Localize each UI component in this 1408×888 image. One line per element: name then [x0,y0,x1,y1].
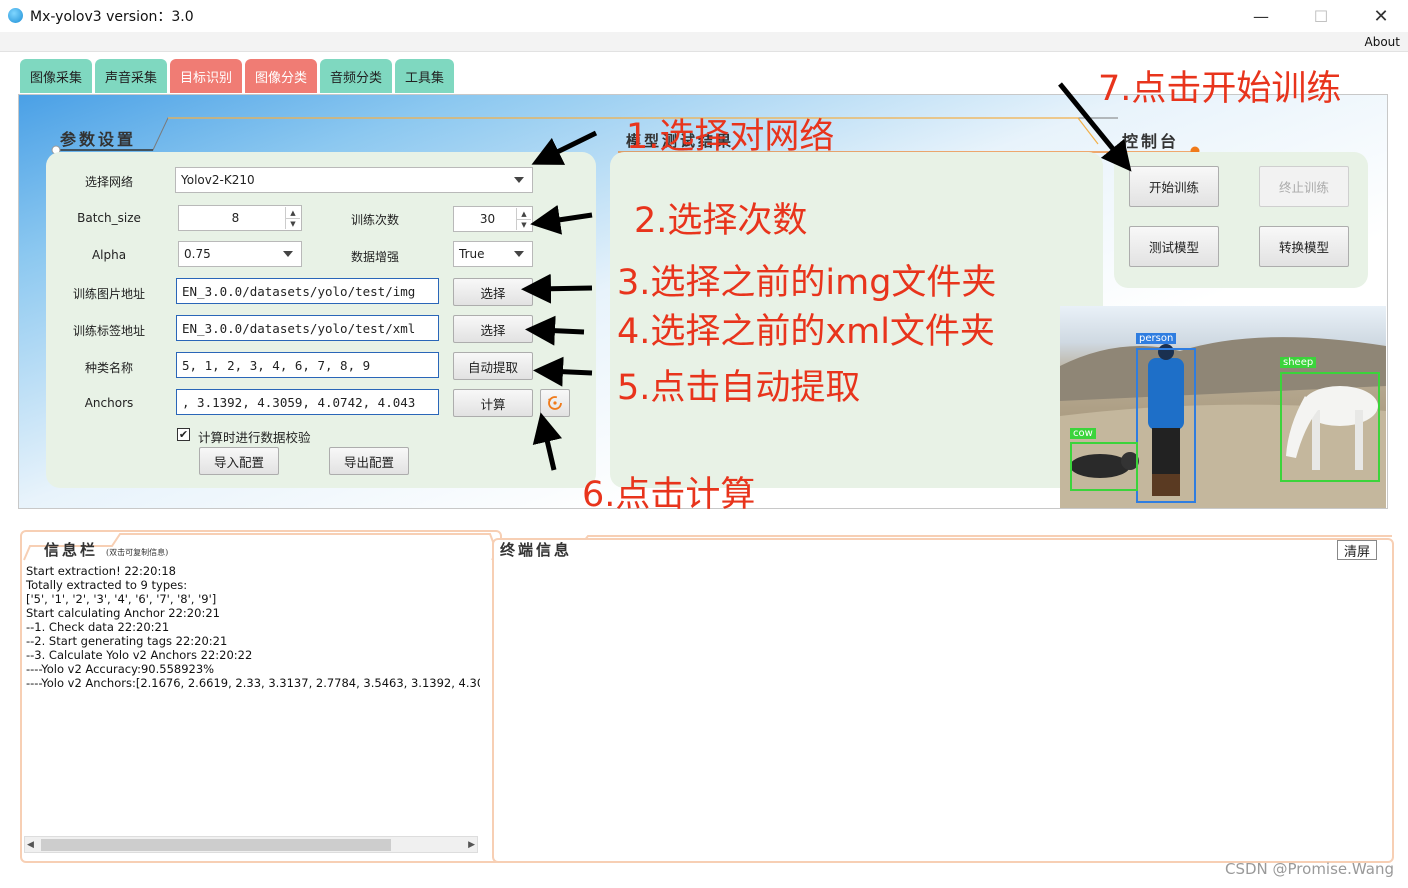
classes-label: 种类名称 [84,361,133,375]
test-model-button[interactable]: 测试模型 [1129,226,1219,267]
watermark: CSDN @Promise.Wang [1224,860,1394,878]
info-panel-subtitle: (双击可复制信息) [106,548,169,557]
scroll-right-icon[interactable]: ▶ [468,840,475,850]
xml-dir-input[interactable]: EN_3.0.0/datasets/yolo/test/xml [176,315,439,341]
terminal-output[interactable] [501,563,1389,855]
export-config-button[interactable]: 导出配置 [329,447,409,475]
params-section-title: 参数设置 [60,130,137,149]
convert-model-button[interactable]: 转换模型 [1259,226,1349,267]
detection-result-image: person sheep cow [1060,306,1386,508]
app-icon [8,8,23,23]
augment-label: 数据增强 [350,250,399,264]
classes-input[interactable]: 5, 1, 2, 3, 4, 6, 7, 8, 9 [176,352,439,378]
stop-training-button[interactable]: 终止训练 [1259,166,1349,207]
terminal-panel-title: 终端信息 [500,541,573,559]
close-button[interactable]: ✕ [1358,2,1404,30]
info-horizontal-scrollbar[interactable]: ◀ ▶ [24,836,478,853]
augment-select[interactable]: True [453,241,533,267]
log-line: ----Yolo v2 Accuracy:90.558923% [26,662,215,676]
tab-toolset[interactable]: 工具集 [395,59,454,93]
log-line: --1. Check data 22:20:21 [26,620,170,634]
anchors-input[interactable]: , 3.1392, 4.3059, 4.0742, 4.043 [176,389,439,415]
reset-anchors-button[interactable] [540,389,570,417]
tab-audio-classification[interactable]: 音频分类 [320,59,392,93]
alpha-select[interactable]: 0.75 [178,241,302,267]
scrollbar-thumb[interactable] [41,839,391,851]
menu-bar: About [0,32,1408,52]
alpha-label: Alpha [91,248,127,262]
start-training-button[interactable]: 开始训练 [1129,166,1219,207]
window-title: Mx-yolov3 version：3.0 [30,9,194,25]
detection-label-sheep: sheep [1280,357,1317,368]
img-dir-label: 训练图片地址 [72,287,145,301]
maximize-button[interactable]: ☐ [1298,2,1344,30]
validate-checkbox[interactable]: ✔ [177,428,190,441]
network-select[interactable]: Yolov2-K210 [175,167,533,193]
detection-label-person: person [1136,333,1177,344]
annotation-step-2: 2.选择次数 [634,201,808,241]
log-line: ['5', '1', '2', '3', '4', '6', '7', '8',… [26,592,217,606]
chevron-down-icon [514,177,524,183]
info-panel-title: 信息栏 [44,541,99,559]
console-section-title: 控制台 [1122,132,1180,151]
img-dir-input[interactable]: EN_3.0.0/datasets/yolo/test/img [176,278,439,304]
epochs-value: 30 [479,212,496,226]
tab-image-capture[interactable]: 图像采集 [20,59,92,93]
log-line: ----Yolo v2 Anchors:[2.1676, 2.6619, 2.3… [26,676,480,690]
select-xml-dir-button[interactable]: 选择 [453,315,533,343]
import-config-button[interactable]: 导入配置 [199,447,279,475]
epochs-spinbox[interactable]: 30 ▲ ▼ [453,206,533,232]
clear-screen-button[interactable]: 清屏 [1337,540,1377,560]
spin-down-icon[interactable]: ▼ [285,218,300,229]
tab-image-classification[interactable]: 图像分类 [245,59,317,93]
log-line: Start calculating Anchor 22:20:21 [26,606,220,620]
auto-extract-button[interactable]: 自动提取 [453,352,533,380]
log-line: Start extraction! 22:20:18 [26,564,176,578]
refresh-icon [548,396,562,410]
annotation-step-3: 3.选择之前的img文件夹 [617,263,997,303]
title-bar: Mx-yolov3 version：3.0 — ☐ ✕ [0,0,1408,32]
about-menu[interactable]: About [1365,35,1400,49]
chevron-down-icon [283,251,293,257]
tab-object-detection[interactable]: 目标识别 [170,59,242,93]
epochs-label: 训练次数 [350,213,399,227]
scroll-left-icon[interactable]: ◀ [27,840,34,850]
validate-checkbox-label: 计算时进行数据校验 [198,430,311,445]
spin-down-icon[interactable]: ▼ [516,219,531,230]
tab-sound-capture[interactable]: 声音采集 [95,59,167,93]
select-img-dir-button[interactable]: 选择 [453,278,533,306]
annotation-step-5: 5.点击自动提取 [617,368,861,408]
compute-anchors-button[interactable]: 计算 [453,389,533,417]
network-select-value: Yolov2-K210 [181,173,255,187]
anchors-label: Anchors [84,396,134,410]
batch-size-spinbox[interactable]: 8 ▲ ▼ [178,205,302,231]
minimize-button[interactable]: — [1238,2,1284,30]
batch-size-label: Batch_size [77,211,141,225]
xml-dir-label: 训练标签地址 [72,324,145,338]
batch-size-value: 8 [231,211,240,225]
annotation-step-4: 4.选择之前的xml文件夹 [617,312,995,352]
network-label: 选择网络 [84,175,133,189]
log-line: --3. Calculate Yolo v2 Anchors 22:20:22 [26,648,253,662]
annotation-step-7: 7.点击开始训练 [1098,69,1342,109]
detection-box-sheep [1280,372,1380,482]
annotation-step-1: 1.选择对网络 [626,117,835,157]
annotation-step-6: 6.点击计算 [582,475,756,515]
log-line: --2. Start generating tags 22:20:21 [26,634,228,648]
chevron-down-icon [514,251,524,257]
alpha-select-value: 0.75 [184,247,211,261]
detection-label-cow: cow [1070,428,1096,439]
augment-select-value: True [459,247,485,261]
detection-box-person [1136,348,1196,503]
log-line: Totally extracted to 9 types: [26,578,188,592]
detection-box-cow [1070,442,1138,491]
